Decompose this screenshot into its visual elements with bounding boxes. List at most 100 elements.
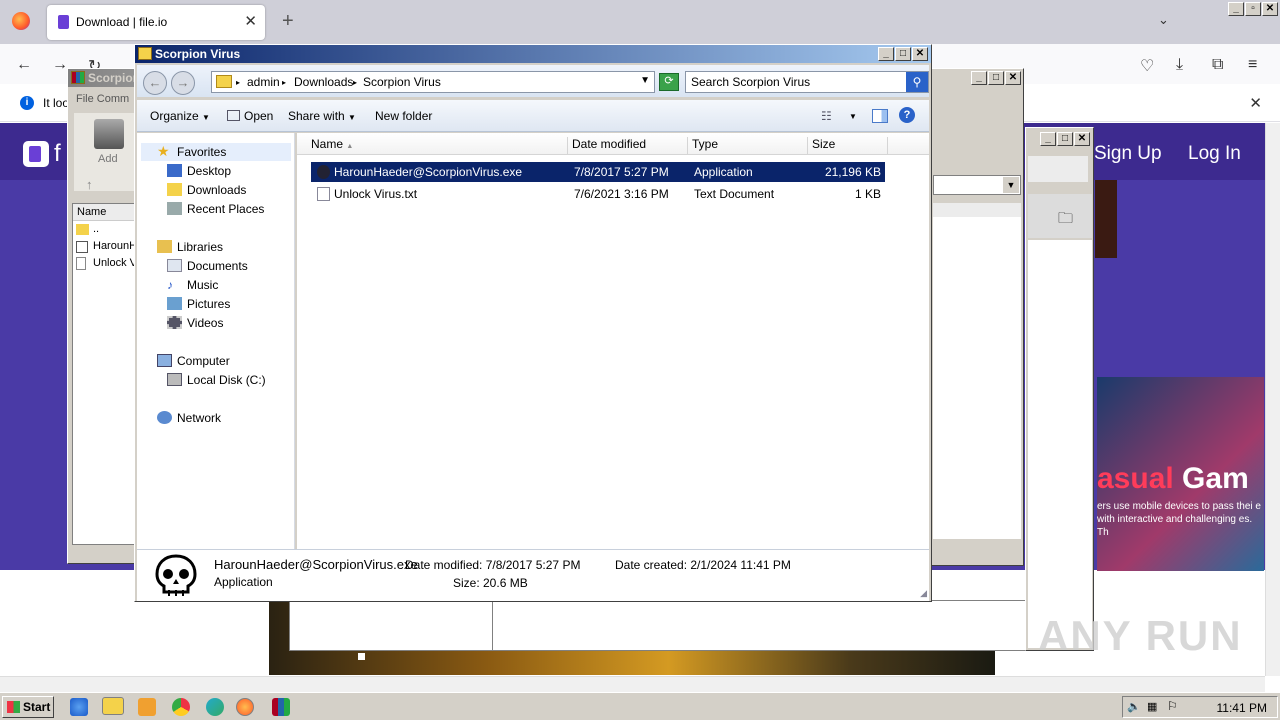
forward-button[interactable]: → [171, 71, 195, 95]
videos-icon [167, 316, 182, 329]
view-options-icon[interactable]: ☷ [821, 109, 832, 123]
column-header-name[interactable]: Name [73, 204, 135, 221]
nav-documents[interactable]: Documents [167, 259, 248, 273]
start-button[interactable]: Start [2, 696, 54, 718]
chevron-down-icon[interactable]: ▼ [849, 112, 857, 121]
file-row-txt[interactable]: Unlock Virus.txt 7/6/2021 3:16 PM Text D… [311, 184, 885, 204]
nav-favorites[interactable]: ★ Favorites [157, 143, 226, 159]
up-folder-icon[interactable]: ↑ [86, 177, 93, 192]
minimize-button[interactable]: _ [971, 71, 987, 85]
network-tray-icon[interactable]: ▦ [1147, 700, 1157, 713]
horizontal-scrollbar[interactable] [0, 676, 1265, 692]
search-icon[interactable]: ⚲ [906, 72, 928, 92]
network-icon [157, 411, 172, 424]
file-row-exe[interactable]: HarounHaeder@ScorpionVirus.exe 7/8/2017 … [311, 162, 885, 182]
file-type: Text Document [694, 187, 775, 201]
file-size: 1 KB [854, 187, 881, 201]
organize-button[interactable]: Organize ▼ [150, 109, 210, 123]
flag-icon[interactable]: ⚐ [1167, 699, 1178, 713]
open-button[interactable]: Open [227, 109, 273, 123]
list-item[interactable]: Unlock V [73, 255, 135, 272]
window-title: Scorpion Virus [155, 47, 241, 61]
extensions-icon[interactable]: ⧉ [1212, 56, 1223, 74]
volume-icon[interactable]: 🔈 [1127, 700, 1141, 713]
column-header-date-modified[interactable]: Date modified [568, 137, 688, 155]
nav-downloads[interactable]: Downloads [167, 183, 246, 197]
help-icon[interactable]: ? [899, 107, 915, 123]
column-header-size[interactable]: Size [808, 137, 888, 155]
edge-icon[interactable] [206, 698, 224, 716]
preview-pane-icon[interactable] [872, 109, 888, 123]
log-in-link[interactable]: Log In [1188, 143, 1241, 165]
maximize-button[interactable]: □ [895, 47, 911, 61]
breadcrumb-scorpion-virus[interactable]: Scorpion Virus [363, 75, 441, 89]
dropdown-button[interactable]: ▼ [1003, 177, 1019, 193]
winrar-menu[interactable]: File Comm [76, 93, 129, 105]
back-button[interactable]: ← [143, 71, 167, 95]
close-button[interactable]: ✕ [1005, 71, 1021, 85]
nav-recent-places[interactable]: Recent Places [167, 202, 264, 216]
list-item[interactable]: .. [73, 221, 135, 238]
forward-icon[interactable]: → [52, 56, 68, 74]
folder-icon[interactable]: 🗀 [1058, 208, 1073, 233]
list-tabs-icon[interactable]: ⌄ [1158, 12, 1169, 28]
winrar-taskbar-icon[interactable] [272, 698, 290, 716]
breadcrumb[interactable]: ▸ admin ▸ Downloads ▸ Scorpion Virus ▼ [211, 71, 655, 93]
search-input[interactable] [691, 73, 905, 91]
promo-banner[interactable]: asual Gam ers use mobile devices to pass… [1097, 377, 1264, 571]
media-player-icon[interactable] [138, 698, 156, 716]
nav-music[interactable]: ♪ Music [167, 278, 218, 292]
explorer-titlebar[interactable]: Scorpion Virus _ □ ✕ [135, 45, 931, 63]
explorer-taskbar-icon[interactable] [102, 697, 124, 715]
pocket-icon[interactable]: ♡ [1140, 56, 1154, 76]
list-item[interactable]: HarounH [73, 238, 135, 255]
nav-network[interactable]: Network [157, 411, 221, 425]
skull-app-icon [317, 165, 330, 179]
chrome-icon[interactable] [172, 698, 190, 716]
maximize-button[interactable]: □ [1057, 132, 1073, 146]
maximize-button[interactable]: □ [988, 71, 1004, 85]
column-header-type[interactable]: Type [688, 137, 808, 155]
close-button[interactable]: ✕ [912, 47, 928, 61]
nav-desktop[interactable]: Desktop [167, 164, 231, 178]
tab-download-fileio[interactable]: Download | file.io ✕ [47, 5, 265, 40]
close-button[interactable]: ✕ [1074, 132, 1090, 146]
nav-local-disk[interactable]: Local Disk (C:) [167, 373, 266, 387]
nav-videos[interactable]: Videos [167, 316, 223, 330]
browser-window-controls: _ ▫ ✕ [1228, 2, 1278, 16]
fileio-logo-icon[interactable] [23, 141, 49, 167]
back-icon[interactable]: ← [16, 56, 32, 74]
minimize-button[interactable]: _ [1040, 132, 1056, 146]
vertical-scrollbar[interactable] [1265, 123, 1280, 676]
menu-icon[interactable]: ≡ [1248, 56, 1257, 74]
add-button[interactable] [74, 113, 134, 191]
ie-icon[interactable] [70, 698, 88, 716]
close-button[interactable]: ✕ [1262, 2, 1278, 16]
file-name: HarounHaeder@ScorpionVirus.exe [334, 165, 523, 179]
winrar-title: Scorpion [88, 71, 141, 85]
winrar-icon [71, 71, 85, 84]
nav-pictures[interactable]: Pictures [167, 297, 230, 311]
refresh-button[interactable]: ⟳ [659, 73, 679, 91]
minimize-button[interactable]: _ [878, 47, 894, 61]
minimize-button[interactable]: _ [1228, 2, 1244, 16]
column-header-name[interactable]: Name ▲ [297, 137, 568, 155]
share-with-button[interactable]: Share with ▼ [288, 109, 356, 123]
page-image-dark [1095, 180, 1117, 258]
breadcrumb-admin[interactable]: admin [247, 75, 280, 89]
breadcrumb-downloads[interactable]: Downloads [294, 75, 353, 89]
sign-up-link[interactable]: Sign Up [1094, 143, 1162, 165]
resize-grip-icon[interactable]: ◢ [920, 588, 927, 599]
close-tab-icon[interactable]: ✕ [244, 12, 257, 30]
nav-libraries[interactable]: Libraries [157, 240, 223, 254]
downloads-icon[interactable]: ⤓ [1176, 56, 1183, 74]
new-folder-button[interactable]: New folder [375, 109, 432, 123]
close-notification-icon[interactable]: ✕ [1249, 94, 1262, 112]
libraries-icon [157, 240, 172, 253]
chevron-down-icon[interactable]: ▼ [640, 75, 650, 86]
new-tab-button[interactable]: + [282, 10, 294, 33]
restore-button[interactable]: ▫ [1245, 2, 1261, 16]
firefox-taskbar-icon[interactable] [236, 698, 254, 716]
nav-computer[interactable]: Computer [157, 354, 230, 368]
firefox-icon[interactable] [12, 12, 30, 30]
